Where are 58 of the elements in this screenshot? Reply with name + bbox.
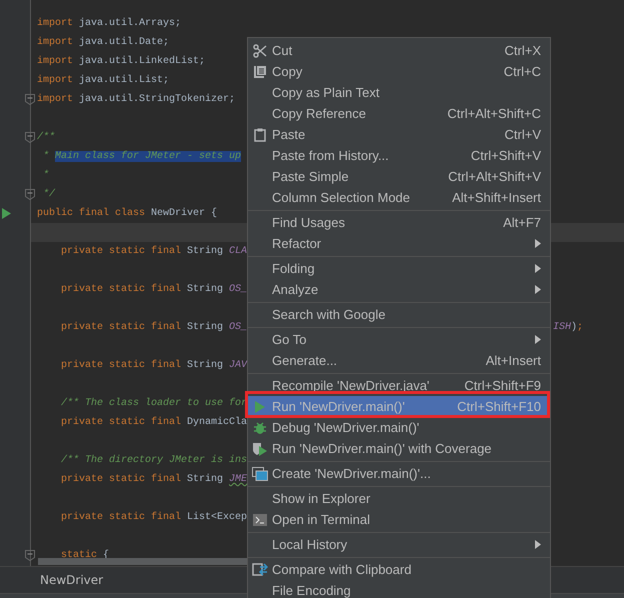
terminal-icon [253, 514, 267, 526]
code-line: * [42, 170, 50, 181]
code-line: */ [42, 189, 56, 200]
code-line: import java.util.List; [36, 75, 170, 86]
code-line: private static final String JAV [60, 360, 248, 371]
window-icon [252, 466, 268, 480]
code-line: import java.util.StringTokenizer; [36, 94, 236, 105]
clipboard-icon [254, 128, 266, 142]
menu-item[interactable]: Search with Google [248, 304, 550, 325]
menu-item[interactable]: Find Usages Alt+F7 [248, 212, 550, 233]
menu-item[interactable]: Copy as Plain Text [248, 82, 550, 103]
menu-item[interactable]: Refactor [248, 233, 550, 254]
menu-item[interactable]: Recompile 'NewDriver.java' Ctrl+Shift+F9 [248, 375, 550, 396]
code-line: private static final String OS_ [60, 322, 248, 333]
code-line: private static final DynamicCla [60, 417, 248, 428]
menu-item[interactable]: Debug 'NewDriver.main()' [248, 417, 550, 438]
menu-item[interactable]: Paste from History... Ctrl+Shift+V [248, 145, 550, 166]
code-line: ISH); [552, 322, 584, 333]
fold-marker-icon[interactable] [25, 550, 35, 561]
menu-item[interactable]: Local History [248, 534, 550, 555]
shield-run-icon [252, 442, 268, 456]
compare-icon [252, 562, 268, 577]
menu-item[interactable]: Go To [248, 329, 550, 350]
menu-item[interactable]: Copy Ctrl+C [248, 61, 550, 82]
menu-item[interactable]: Show in Explorer [248, 488, 550, 509]
menu-item[interactable]: Paste Simple Ctrl+Alt+Shift+V [248, 166, 550, 187]
menu-item[interactable]: File Encoding [248, 580, 550, 598]
scissors-icon [253, 44, 267, 58]
menu-item[interactable]: Column Selection Mode Alt+Shift+Insert [248, 187, 550, 208]
menu-item[interactable]: Compare with Clipboard [248, 559, 550, 580]
code-line: /** The directory JMeter is ins [60, 455, 248, 466]
copy-icon [253, 64, 267, 78]
code-line: private static final List<Excep [60, 512, 248, 523]
menu-item[interactable]: Analyze [248, 279, 550, 300]
bug-icon [253, 420, 267, 434]
fold-marker-icon[interactable] [25, 189, 35, 200]
code-line: /** [36, 132, 56, 143]
code-line: private static final String JME [60, 474, 248, 485]
code-line: private static final String OS_ [60, 284, 248, 295]
code-line: * Main class for JMeter - sets up [42, 151, 242, 162]
code-line: import java.util.Arrays; [36, 18, 182, 29]
menu-item[interactable]: Paste Ctrl+V [248, 124, 550, 145]
fold-marker-icon[interactable] [25, 132, 35, 143]
run-icon [254, 400, 266, 414]
menu-item[interactable]: Cut Ctrl+X [248, 40, 550, 61]
menu-item[interactable]: Create 'NewDriver.main()'... [248, 463, 550, 484]
code-line: import java.util.LinkedList; [36, 56, 206, 67]
code-line: import java.util.Date; [36, 37, 170, 48]
file-tab[interactable]: NewDriver [40, 573, 104, 587]
menu-item[interactable]: Copy Reference Ctrl+Alt+Shift+C [248, 103, 550, 124]
menu-item[interactable]: Run 'NewDriver.main()' with Coverage [248, 438, 550, 459]
run-gutter-icon[interactable] [2, 208, 11, 219]
menu-item[interactable]: Open in Terminal [248, 509, 550, 530]
menu-item[interactable]: Folding [248, 258, 550, 279]
menu-item[interactable]: Generate... Alt+Insert [248, 350, 550, 371]
code-line: public final class NewDriver { [36, 208, 218, 219]
fold-marker-icon[interactable] [25, 94, 35, 105]
code-line: private static final String CLA [60, 246, 248, 257]
